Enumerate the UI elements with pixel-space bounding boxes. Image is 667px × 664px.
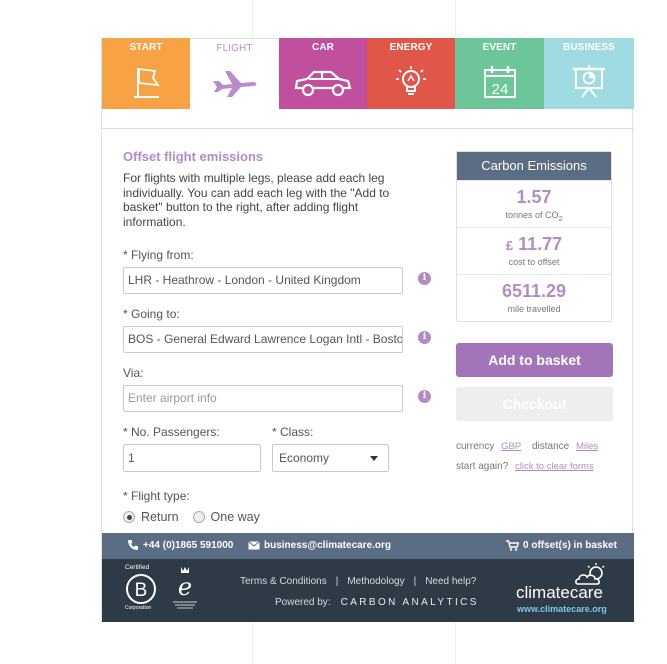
bcorp-corporation-text: Corporation [125,605,152,611]
tab-start[interactable]: START [102,38,190,109]
queens-award-icon: e [173,567,197,609]
class-select[interactable]: Economy [272,444,389,472]
footer: Certified B Corporation e Terms & Condit… [102,559,634,622]
basket-status[interactable]: 0 offset(s) in basket [506,533,617,559]
tab-car[interactable]: CAR [279,38,367,109]
email-contact[interactable]: business@climatecare.org [248,533,391,559]
info-icon[interactable]: i [418,272,431,285]
miles-label: mile travelled [507,304,561,314]
cost-value: £11.77 [505,234,563,254]
cart-icon [506,540,520,551]
tab-label: FLIGHT [216,43,253,54]
via-input[interactable]: Enter airport info [123,385,403,412]
intro-text: For flights with multiple legs, please a… [123,171,390,229]
calendar-icon: 24 [483,66,516,98]
miles-value: 6511.29 [501,281,567,301]
passengers-input[interactable]: 1 [123,444,261,472]
flight-type-label: * Flight type: [123,489,190,503]
tab-label: START [129,42,163,53]
help-link[interactable]: Need help? [425,576,476,587]
tab-energy[interactable]: ENERGY [367,38,455,109]
distance-link[interactable]: Miles [576,441,598,452]
phone-icon [128,540,138,551]
going-to-input[interactable]: BOS - General Edward Lawrence Logan Intl… [123,326,403,353]
presentation-chart-icon [573,65,605,98]
chevron-down-icon [370,456,378,461]
settings-line: currency GBP distance Miles [456,441,598,452]
info-icon[interactable]: i [418,390,431,403]
tab-flight[interactable]: FLIGHT [190,38,279,109]
going-to-label: * Going to: [123,307,180,321]
class-label: * Class: [272,425,314,439]
carbon-emissions-panel: Carbon Emissions 1.57 tonnes of CO2 £11.… [456,151,612,322]
radio-label: One way [210,510,260,524]
category-tabs: START FLIGHT CAR ENERGY EVENT 24 BUSINES… [102,38,634,109]
section-divider [102,128,634,129]
form-title: Offset flight emissions [123,149,264,164]
distance-label: distance [531,441,570,452]
flying-from-input[interactable]: LHR - Heathrow - London - United Kingdom [123,267,403,294]
tab-label: BUSINESS [563,42,615,53]
via-label: Via: [123,366,144,380]
info-icon[interactable]: i [418,331,431,344]
svg-text:e: e [178,573,192,601]
flying-from-label: * Flying from: [123,248,194,262]
miles-row: 6511.29 mile travelled [457,274,611,321]
radio-one-way[interactable] [192,511,205,523]
currency-label: currency [456,441,495,452]
radio-option-return[interactable]: Return [123,510,179,524]
class-select-value: Economy [279,451,330,465]
website-link[interactable]: www.climatecare.org [517,604,607,614]
tonnes-row: 1.57 tonnes of CO2 [457,180,611,227]
powered-by-label: Powered by: [275,597,331,608]
tab-label: CAR [312,42,334,53]
tab-label: EVENT [482,42,517,53]
carbon-calculator-widget: START FLIGHT CAR ENERGY EVENT 24 BUSINES… [101,38,634,622]
airplane-icon [212,71,256,97]
phone-contact[interactable]: +44 (0)1865 591000 [127,533,233,559]
tonnes-label: tonnes of CO2 [505,210,563,223]
tab-business[interactable]: BUSINESS [544,38,634,109]
cost-row: £11.77 cost to offset [457,227,611,274]
currency-symbol: £ [505,238,514,253]
contact-bar: +44 (0)1865 591000 business@climatecare.… [102,533,634,559]
checkout-button[interactable]: Checkout [456,387,613,421]
methodology-link[interactable]: Methodology [347,576,404,587]
calendar-day: 24 [491,81,508,98]
currency-link[interactable]: GBP [501,441,521,452]
bcorp-certified-text: Certified [125,564,150,571]
start-again-label: start again? [456,461,509,472]
cost-label: cost to offset [508,257,560,267]
passengers-label: * No. Passengers: [123,425,220,439]
powered-by: Powered by: CARBON ANALYTICS [275,597,479,608]
lightbulb-icon [396,66,426,95]
footer-links: Terms & Conditions | Methodology | Need help… [240,576,477,587]
envelope-icon [248,540,260,550]
panel-title: Carbon Emissions [457,152,611,180]
radio-option-one-way[interactable]: One way [192,510,260,524]
tonnes-value: 1.57 [516,187,552,207]
terms-link[interactable]: Terms & Conditions [240,576,327,587]
start-again-line: start again? click to clear forms [456,461,594,472]
add-to-basket-button[interactable]: Add to basket [456,343,613,377]
carbon-analytics-logo[interactable]: CARBON ANALYTICS [341,597,479,608]
radio-return[interactable] [123,511,135,523]
flag-icon [134,67,160,98]
clear-forms-link[interactable]: click to clear forms [515,461,594,472]
radio-label: Return [141,510,179,524]
tab-event[interactable]: EVENT 24 [455,38,544,109]
bcorp-logo-icon: B [126,574,156,604]
car-icon [294,70,352,97]
climatecare-logo[interactable]: climatecare [516,583,603,603]
svg-text:B: B [135,580,148,601]
flight-type-radio-group: Return One way [123,510,274,524]
tab-label: ENERGY [389,42,433,53]
